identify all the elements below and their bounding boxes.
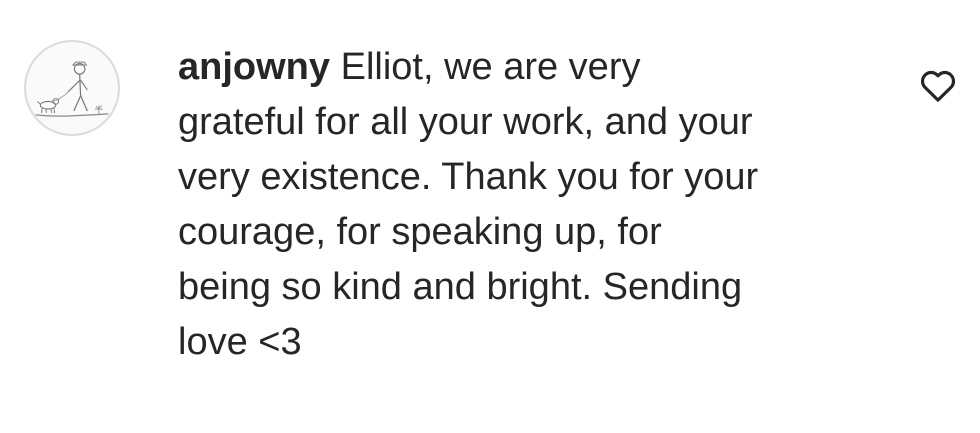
heart-outline-icon: [920, 70, 956, 102]
comment-body: anjowny Elliot, we are very grateful for…: [178, 40, 878, 370]
comment: anjowny Elliot, we are very grateful for…: [0, 0, 980, 433]
avatar[interactable]: [24, 40, 120, 136]
comment-first-line: anjowny Elliot, we are very: [178, 40, 878, 95]
comment-text-line: grateful for all your work, and your: [178, 101, 753, 143]
like-button[interactable]: [918, 66, 958, 106]
comment-text-line: being so kind and bright. Sending: [178, 266, 743, 308]
comment-text-line: very existence. Thank you for your: [178, 156, 759, 198]
comment-text-line: courage, for speaking up, for: [178, 211, 662, 253]
stick-figure-walking-dog-icon: [35, 61, 109, 117]
comment-username[interactable]: anjowny: [178, 46, 330, 88]
comment-text-line: love <3: [178, 321, 302, 363]
comment-text-line: Elliot, we are very: [340, 46, 641, 88]
